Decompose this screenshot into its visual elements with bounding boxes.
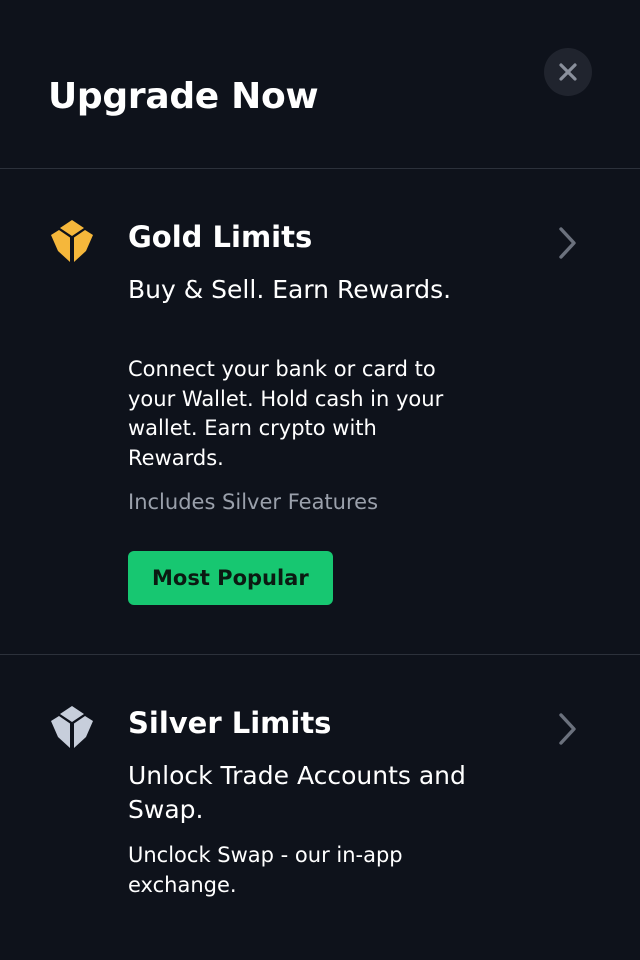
- tier-name: Gold Limits: [128, 220, 313, 254]
- page-title: Upgrade Now: [48, 76, 319, 117]
- gold-tier-icon: [51, 220, 93, 262]
- silver-limits-card[interactable]: Silver Limits Unlock Trade Accounts and …: [0, 655, 640, 960]
- close-icon: [559, 63, 577, 81]
- upgrade-screen: Upgrade Now Gold Limits Buy & Sell. Earn…: [0, 0, 640, 960]
- tier-includes-note: Includes Silver Features: [128, 490, 379, 514]
- chevron-right-icon: [559, 227, 576, 259]
- chevron-right-icon: [559, 713, 576, 745]
- most-popular-badge: Most Popular: [128, 551, 333, 605]
- header: Upgrade Now: [0, 0, 640, 169]
- silver-tier-icon: [51, 706, 93, 748]
- tier-description: Unclock Swap - our in-app exchange.: [128, 843, 403, 897]
- close-button[interactable]: [544, 48, 592, 96]
- tier-tagline: Buy & Sell. Earn Rewards.: [128, 275, 452, 304]
- gold-limits-card[interactable]: Gold Limits Buy & Sell. Earn Rewards. Co…: [0, 169, 640, 655]
- tier-name: Silver Limits: [128, 706, 332, 740]
- tier-tagline: Unlock Trade Accounts and Swap.: [128, 761, 466, 824]
- tier-description: Connect your bank or card to your Wallet…: [128, 357, 444, 470]
